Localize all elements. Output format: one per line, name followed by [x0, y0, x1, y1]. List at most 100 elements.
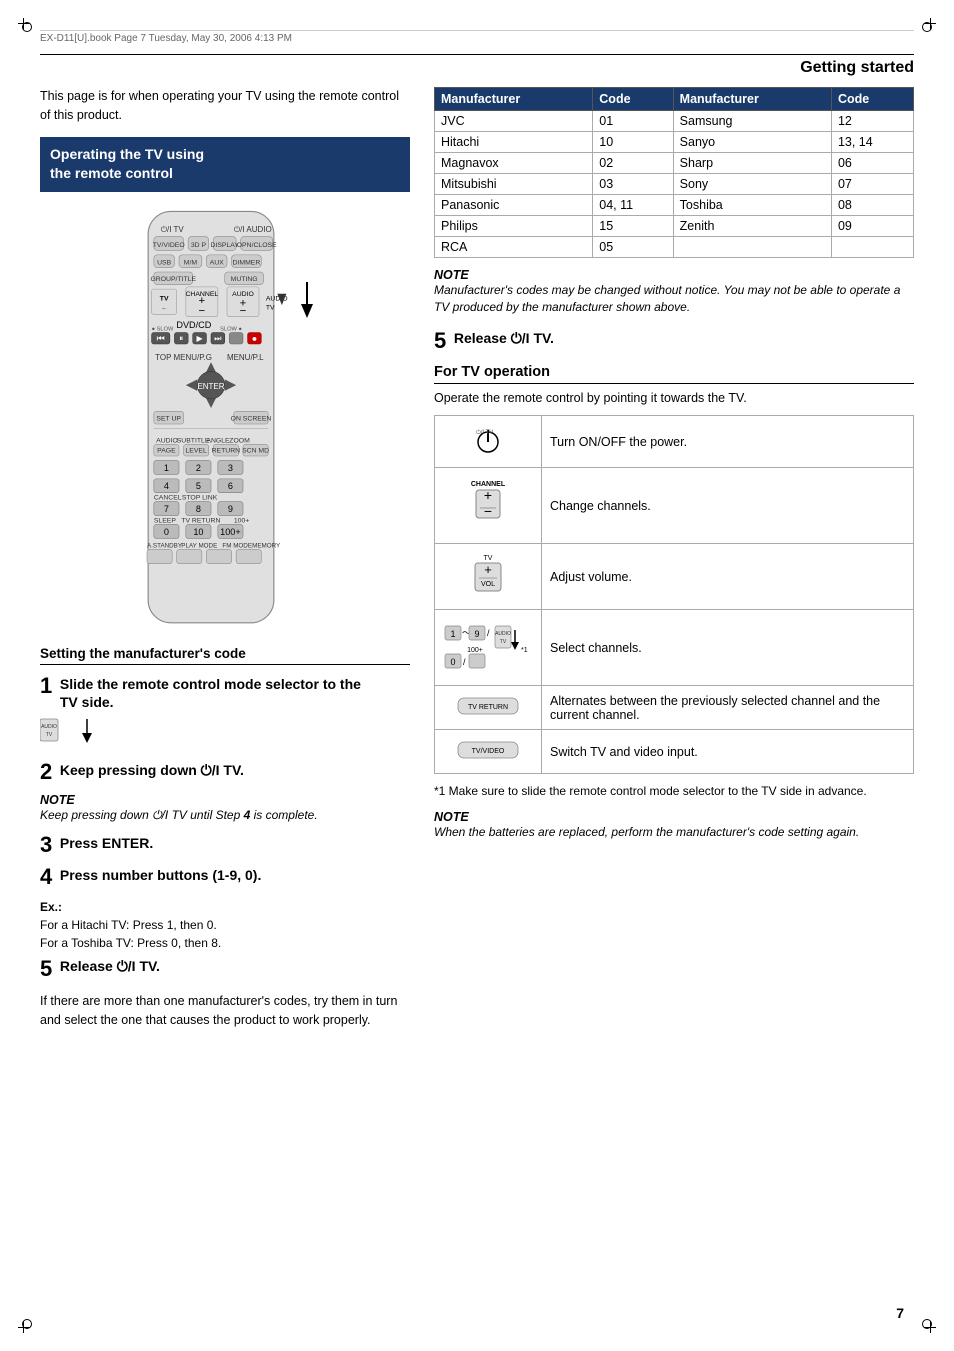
svg-text:● SLOW: ● SLOW: [152, 326, 174, 332]
tv-return-desc: Alternates between the previously select…: [542, 686, 914, 730]
table-cell: Sanyo: [673, 132, 831, 153]
svg-text:VOL: VOL: [481, 581, 495, 588]
table-header-code1: Code: [593, 88, 673, 111]
svg-text:⏮: ⏮: [157, 333, 165, 343]
table-row: Panasonic04, 11Toshiba08: [435, 195, 914, 216]
table-cell: 02: [593, 153, 673, 174]
svg-text:CANCEL: CANCEL: [154, 494, 182, 501]
svg-text:AUX: AUX: [210, 259, 225, 266]
remote-image-container: ⏻/I TV ⏻/I AUDIO TV/VIDEO 3D P DISPLAY O…: [40, 200, 410, 634]
svg-text:STOP LINK: STOP LINK: [182, 494, 218, 501]
svg-text:/: /: [487, 628, 490, 638]
svg-text:−: −: [484, 503, 492, 519]
svg-text:RETURN: RETURN: [212, 447, 241, 454]
step-5-text: Release ⏻/I TV.: [60, 958, 160, 974]
table-cell: Panasonic: [435, 195, 593, 216]
table-cell: [831, 237, 913, 258]
step-3-number: 3: [40, 834, 52, 856]
right-column: Manufacturer Code Manufacturer Code JVC0…: [434, 87, 914, 1030]
circle-tl: [22, 22, 32, 32]
svg-text:OPN/CLOSE: OPN/CLOSE: [237, 242, 277, 249]
svg-text:8: 8: [196, 504, 201, 514]
svg-text:100+: 100+: [234, 517, 249, 524]
tv-return-icon: TV RETURN: [453, 692, 523, 720]
extra-para: If there are more than one manufacturer'…: [40, 992, 410, 1030]
svg-text:2: 2: [196, 463, 201, 473]
filepath: EX-D11[U].book Page 7 Tuesday, May 30, 2…: [40, 30, 914, 44]
step5-right-text: Release ⏻/I TV.: [454, 330, 554, 346]
step-3-text: Press ENTER.: [60, 834, 153, 852]
step-1-number: 1: [40, 675, 52, 697]
page-container: EX-D11[U].book Page 7 Tuesday, May 30, 2…: [0, 0, 954, 1351]
volume-icon: TV + VOL: [463, 550, 513, 600]
table-row: Mitsubishi03Sony07: [435, 174, 914, 195]
table-cell: 15: [593, 216, 673, 237]
svg-text:DIMMER: DIMMER: [233, 259, 261, 266]
svg-text:−: −: [199, 305, 206, 317]
step5-right-block: 5 Release ⏻/I TV.: [434, 330, 914, 352]
svg-text:+: +: [484, 487, 492, 503]
circle-br: [922, 1319, 932, 1329]
remote-svg: ⏻/I TV ⏻/I AUDIO TV/VIDEO 3D P DISPLAY O…: [131, 200, 291, 634]
left-column: This page is for when operating your TV …: [40, 87, 410, 1030]
svg-text:PLAY MODE: PLAY MODE: [181, 542, 217, 549]
blue-box: Operating the TV usingthe remote control: [40, 137, 410, 192]
select-chan-desc: Select channels.: [542, 610, 914, 686]
svg-text:ZOOM: ZOOM: [229, 437, 250, 444]
table-row: JVC01Samsung12: [435, 111, 914, 132]
circle-tr: [922, 22, 932, 32]
svg-text:TV/VIDEO: TV/VIDEO: [153, 242, 185, 249]
table-cell: 09: [831, 216, 913, 237]
svg-text:1: 1: [450, 629, 455, 639]
table-cell: Hitachi: [435, 132, 593, 153]
svg-text:TV: TV: [46, 732, 53, 738]
page-number: 7: [896, 1305, 904, 1321]
note3-text: When the batteries are replaced, perform…: [434, 824, 914, 841]
intro-text: This page is for when operating your TV …: [40, 87, 410, 125]
tv-video-icon: TV/VIDEO: [453, 736, 523, 764]
table-cell: 06: [831, 153, 913, 174]
table-cell: RCA: [435, 237, 593, 258]
svg-text:●: ●: [252, 333, 258, 343]
svg-text:USB: USB: [157, 259, 172, 266]
tv-video-icon-cell: TV/VIDEO: [435, 730, 542, 774]
footnote: *1 Make sure to slide the remote control…: [434, 782, 914, 800]
table-cell: Sony: [673, 174, 831, 195]
note1-block: NOTE Keep pressing down ⏻/I TV until Ste…: [40, 793, 410, 824]
svg-text:ON SCREEN: ON SCREEN: [231, 415, 272, 422]
table-cell: Toshiba: [673, 195, 831, 216]
svg-text:AUDIO: AUDIO: [41, 724, 57, 730]
svg-text:TV RETURN: TV RETURN: [181, 517, 220, 524]
svg-text:SET UP: SET UP: [156, 415, 181, 422]
svg-text:TV: TV: [500, 639, 507, 645]
svg-text:⏻/I AUDIO: ⏻/I AUDIO: [234, 225, 272, 234]
table-cell: Zenith: [673, 216, 831, 237]
svg-text:1: 1: [164, 463, 169, 473]
volume-icon-cell: TV + VOL: [435, 544, 542, 610]
table-row: Hitachi10Sanyo13, 14: [435, 132, 914, 153]
svg-text:SLOW ●: SLOW ●: [220, 326, 242, 332]
tv-video-desc: Switch TV and video input.: [542, 730, 914, 774]
step-3-block: 3 Press ENTER.: [40, 834, 410, 856]
svg-text:ANGLE: ANGLE: [206, 437, 230, 444]
channel-desc: Change channels.: [542, 468, 914, 544]
svg-text:⏸: ⏸: [179, 334, 183, 343]
svg-text:3D P: 3D P: [191, 242, 207, 249]
svg-text:FM MODE: FM MODE: [222, 542, 252, 549]
tv-op-table: ⏻/I TV Turn ON/OFF the power. CHANNEL: [434, 415, 914, 774]
table-cell: 08: [831, 195, 913, 216]
svg-text:SCN MD: SCN MD: [242, 447, 269, 454]
volume-desc: Adjust volume.: [542, 544, 914, 610]
table-header-mfr2: Manufacturer: [673, 88, 831, 111]
svg-text:TOP MENU/P.G: TOP MENU/P.G: [155, 353, 212, 362]
step-5-number: 5: [40, 958, 52, 980]
note1-label: NOTE: [40, 793, 410, 807]
page-title: Getting started: [800, 59, 914, 77]
channel-icon: CHANNEL + −: [458, 474, 518, 534]
step-2-block: 2 Keep pressing down ⏻/I TV.: [40, 761, 410, 783]
svg-text:6: 6: [228, 481, 233, 491]
table-row: TV/VIDEO Switch TV and video input.: [435, 730, 914, 774]
step-2-text: Keep pressing down ⏻/I TV.: [60, 761, 244, 779]
svg-text:ENTER: ENTER: [197, 382, 224, 391]
svg-text:M/M: M/M: [184, 259, 198, 266]
